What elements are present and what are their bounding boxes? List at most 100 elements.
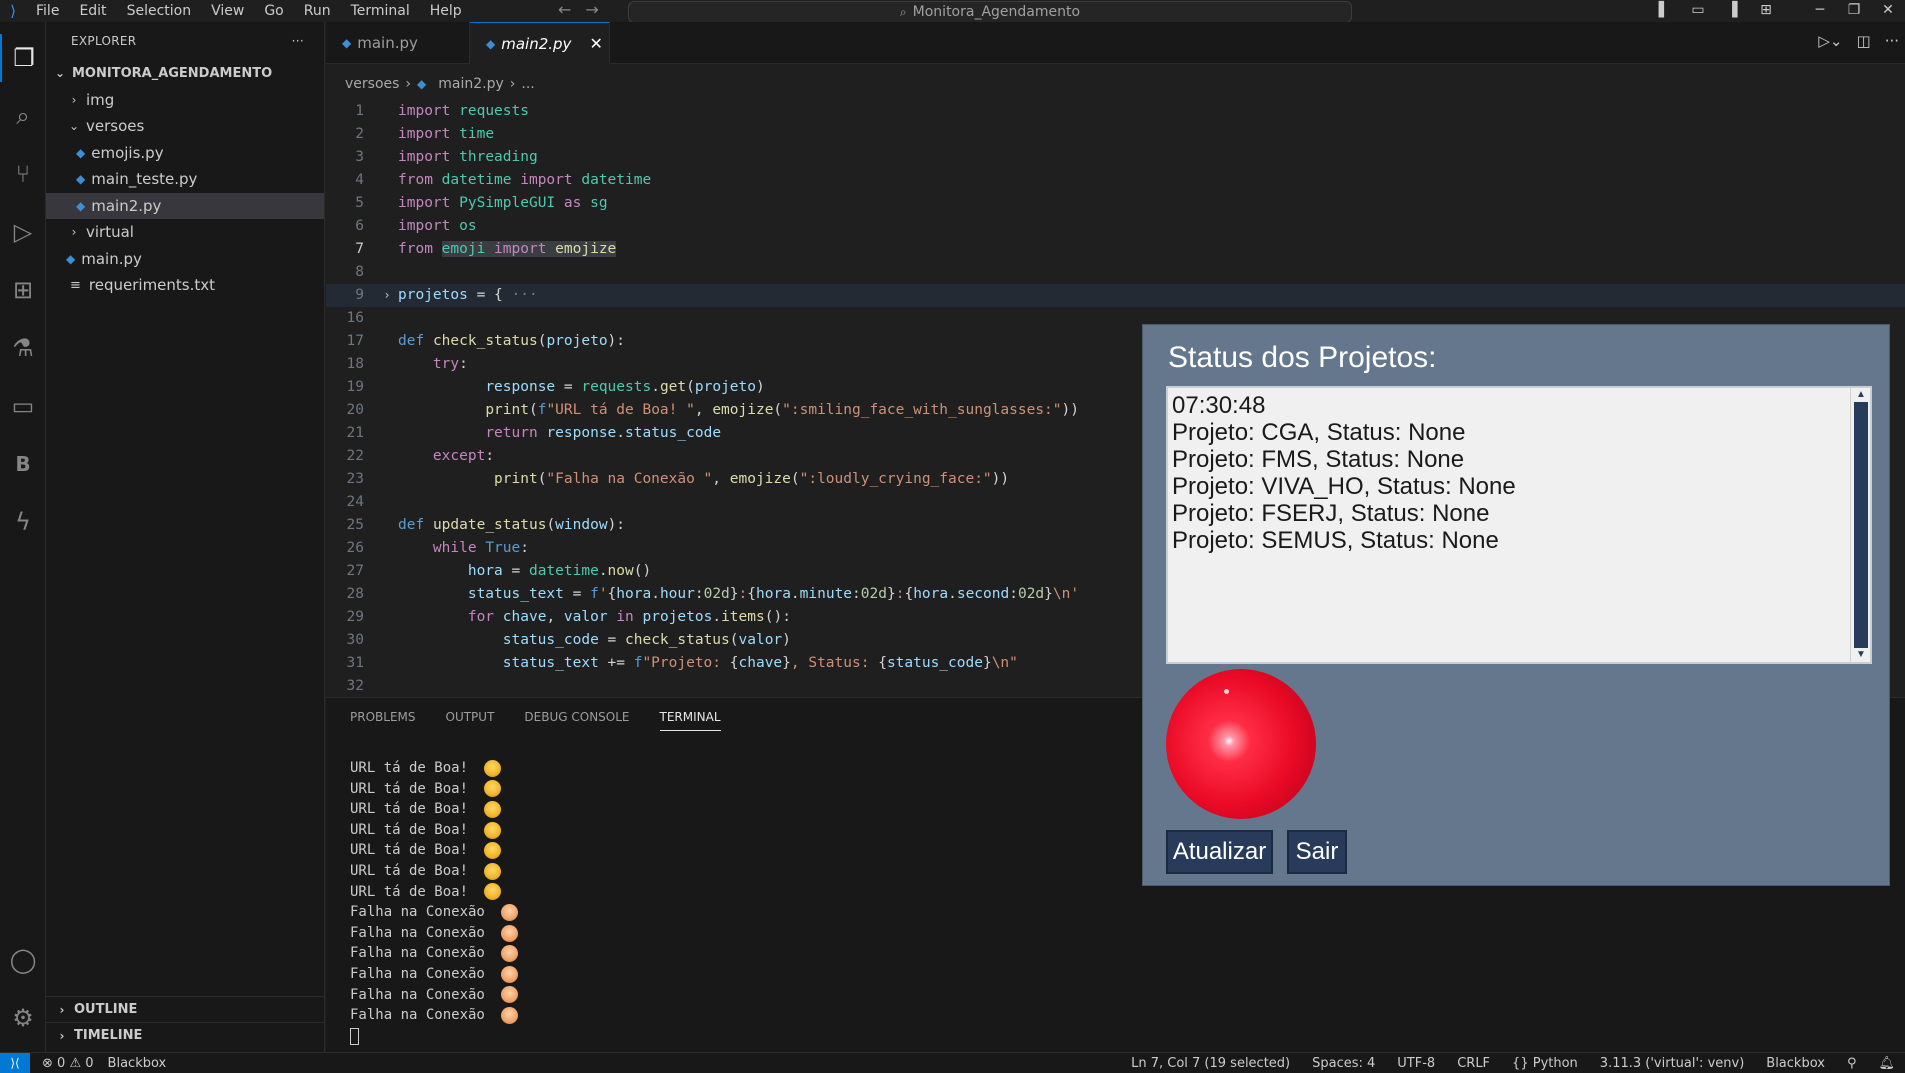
outline-section[interactable]: › OUTLINE <box>46 996 325 1022</box>
tab-output[interactable]: OUTPUT <box>446 710 495 731</box>
remote-indicator-icon[interactable]: ⟩⟨ <box>0 1052 30 1073</box>
menu-help[interactable]: Help <box>420 0 472 22</box>
workspace-root[interactable]: ⌄ MONITORA_AGENDAMENTO <box>46 60 324 87</box>
settings-gear-icon[interactable]: ⚙ <box>0 994 46 1042</box>
tree-label: img <box>86 90 115 109</box>
tree-file-main[interactable]: ◆ main.py <box>46 246 324 273</box>
notifications-bell-icon[interactable]: 🔔︎ <box>1878 1056 1895 1071</box>
chevron-right-icon: › <box>71 92 77 107</box>
search-view-icon[interactable]: ⌕ <box>0 92 46 140</box>
testing-icon[interactable]: ⚗ <box>0 324 46 372</box>
breadcrumb-more[interactable]: ... <box>521 76 534 92</box>
tree-file-main2[interactable]: ◆ main2.py <box>46 192 324 219</box>
accounts-status-icon[interactable]: ⚲ <box>1847 1056 1857 1071</box>
chevron-down-icon: ⌄ <box>68 119 80 134</box>
terminal-view-icon[interactable]: ▭ <box>0 382 46 430</box>
language-mode[interactable]: {} Python <box>1512 1056 1578 1071</box>
more-actions-icon[interactable]: ··· <box>1885 32 1899 50</box>
status-window-title: Status dos Projetos: <box>1168 341 1437 374</box>
title-bar: ⟩ File Edit Selection View Go Run Termin… <box>0 0 1905 23</box>
tree-file-main-teste[interactable]: ◆ main_teste.py <box>46 166 324 193</box>
python-file-icon: ◆ <box>76 145 86 160</box>
tree-label: virtual <box>86 223 134 242</box>
tab-main2-py[interactable]: ◆ main2.py ✕ <box>470 22 610 64</box>
indentation[interactable]: Spaces: 4 <box>1312 1056 1375 1071</box>
update-button[interactable]: Atualizar <box>1166 830 1273 874</box>
activity-bar: ❐ ⌕ ⑂ ▷ ⊞ ⚗ ▭ B ϟ ◯ ⚙ <box>0 22 46 1052</box>
cursor-position[interactable]: Ln 7, Col 7 (19 selected) <box>1131 1056 1290 1071</box>
tree-folder-virtual[interactable]: › virtual <box>46 219 324 246</box>
forward-arrow-icon[interactable]: → <box>585 0 598 19</box>
tree-file-requeriments[interactable]: ≡ requeriments.txt <box>46 272 324 299</box>
status-output-box[interactable]: 07:30:48 Projeto: CGA, Status: None Proj… <box>1166 386 1872 664</box>
breadcrumb-file[interactable]: main2.py <box>438 76 504 92</box>
menu-terminal[interactable]: Terminal <box>341 0 420 22</box>
timeline-section[interactable]: › TIMELINE <box>46 1022 325 1048</box>
tab-terminal[interactable]: TERMINAL <box>659 710 721 731</box>
terminal-cursor-line <box>350 1026 518 1047</box>
python-file-icon: ◆ <box>66 251 76 266</box>
restore-icon[interactable]: ❐ <box>1837 0 1871 20</box>
sunglasses-emoji-icon <box>484 759 502 777</box>
extensions-icon[interactable]: ⊞ <box>0 266 46 314</box>
menu-run[interactable]: Run <box>294 0 341 22</box>
explorer-icon[interactable]: ❐ <box>0 34 46 82</box>
menu-go[interactable]: Go <box>254 0 293 22</box>
terminal-output[interactable]: URL tá de Boa! URL tá de Boa! URL tá de … <box>350 758 518 1046</box>
python-interpreter[interactable]: 3.11.3 ('virtual': venv) <box>1600 1056 1744 1071</box>
customize-layout-icon[interactable]: ⊞ <box>1749 0 1783 20</box>
source-control-icon[interactable]: ⑂ <box>0 150 46 198</box>
back-arrow-icon[interactable]: ← <box>558 0 571 19</box>
terminal-line: URL tá de Boa! <box>350 820 518 841</box>
code-line: 2 import time <box>355 126 495 142</box>
problems-indicator[interactable]: ⊗ 0 ⚠ 0 <box>42 1056 94 1071</box>
fold-chevron-icon[interactable]: › <box>376 284 398 307</box>
run-debug-icon[interactable]: ▷ <box>0 208 46 256</box>
split-editor-icon[interactable]: ◫ <box>1857 32 1871 50</box>
sunglasses-emoji-icon <box>484 862 502 880</box>
blackbox-icon[interactable]: B <box>0 440 46 488</box>
code-line: 6 import os <box>355 218 477 234</box>
encoding[interactable]: UTF-8 <box>1397 1056 1435 1071</box>
terminal-line: Falha na Conexão <box>350 1005 518 1026</box>
tree-folder-img[interactable]: › img <box>46 87 324 114</box>
menu-file[interactable]: File <box>26 0 69 22</box>
status-output-text: 07:30:48 Projeto: CGA, Status: None Proj… <box>1172 392 1516 554</box>
toggle-secondary-sidebar-icon[interactable]: ▐ <box>1715 0 1749 20</box>
tab-main-py[interactable]: ◆ main.py <box>326 22 470 64</box>
toggle-panel-icon[interactable]: ▭ <box>1681 0 1715 20</box>
menu-view[interactable]: View <box>201 0 254 22</box>
scroll-down-icon[interactable]: ▼ <box>1854 649 1868 661</box>
menu-edit[interactable]: Edit <box>69 0 116 22</box>
tab-debug-console[interactable]: DEBUG CONSOLE <box>524 710 629 731</box>
run-python-icon[interactable]: ▷⌄ <box>1818 32 1842 50</box>
status-indicator-light <box>1166 669 1316 819</box>
blackbox-status[interactable]: Blackbox <box>108 1056 167 1071</box>
code-line: 9 › projetos = { ··· <box>326 284 1905 307</box>
output-scrollbar[interactable]: ▲ ▼ <box>1850 388 1870 662</box>
scroll-thumb[interactable] <box>1854 402 1868 648</box>
tree-file-emojis[interactable]: ◆ emojis.py <box>46 140 324 167</box>
tab-problems[interactable]: PROBLEMS <box>350 710 416 731</box>
blackbox-status-right[interactable]: Blackbox <box>1766 1056 1825 1071</box>
accounts-icon[interactable]: ◯ <box>0 936 46 984</box>
exit-button[interactable]: Sair <box>1287 830 1347 874</box>
minimize-icon[interactable]: ─ <box>1803 0 1837 20</box>
sunglasses-emoji-icon <box>484 842 502 860</box>
end-of-line[interactable]: CRLF <box>1457 1056 1490 1071</box>
crying-emoji-icon <box>500 924 518 942</box>
crying-emoji-icon <box>500 945 518 963</box>
command-center[interactable]: ⌕ Monitora_Agendamento <box>628 1 1352 23</box>
breadcrumb-folder[interactable]: versoes <box>345 76 399 92</box>
close-window-icon[interactable]: ✕ <box>1871 0 1905 20</box>
toggle-sidebar-icon[interactable]: ▌ <box>1647 0 1681 20</box>
terminal-line: Falha na Conexão <box>350 923 518 944</box>
lightning-icon[interactable]: ϟ <box>0 498 46 546</box>
tab-label: main2.py <box>501 34 572 53</box>
tree-folder-versoes[interactable]: ⌄ versoes <box>46 113 324 140</box>
scroll-up-icon[interactable]: ▲ <box>1854 389 1868 401</box>
more-actions-icon[interactable]: ··· <box>292 34 304 48</box>
workspace-root-label: MONITORA_AGENDAMENTO <box>72 65 273 81</box>
close-tab-icon[interactable]: ✕ <box>589 34 602 53</box>
menu-selection[interactable]: Selection <box>117 0 202 22</box>
